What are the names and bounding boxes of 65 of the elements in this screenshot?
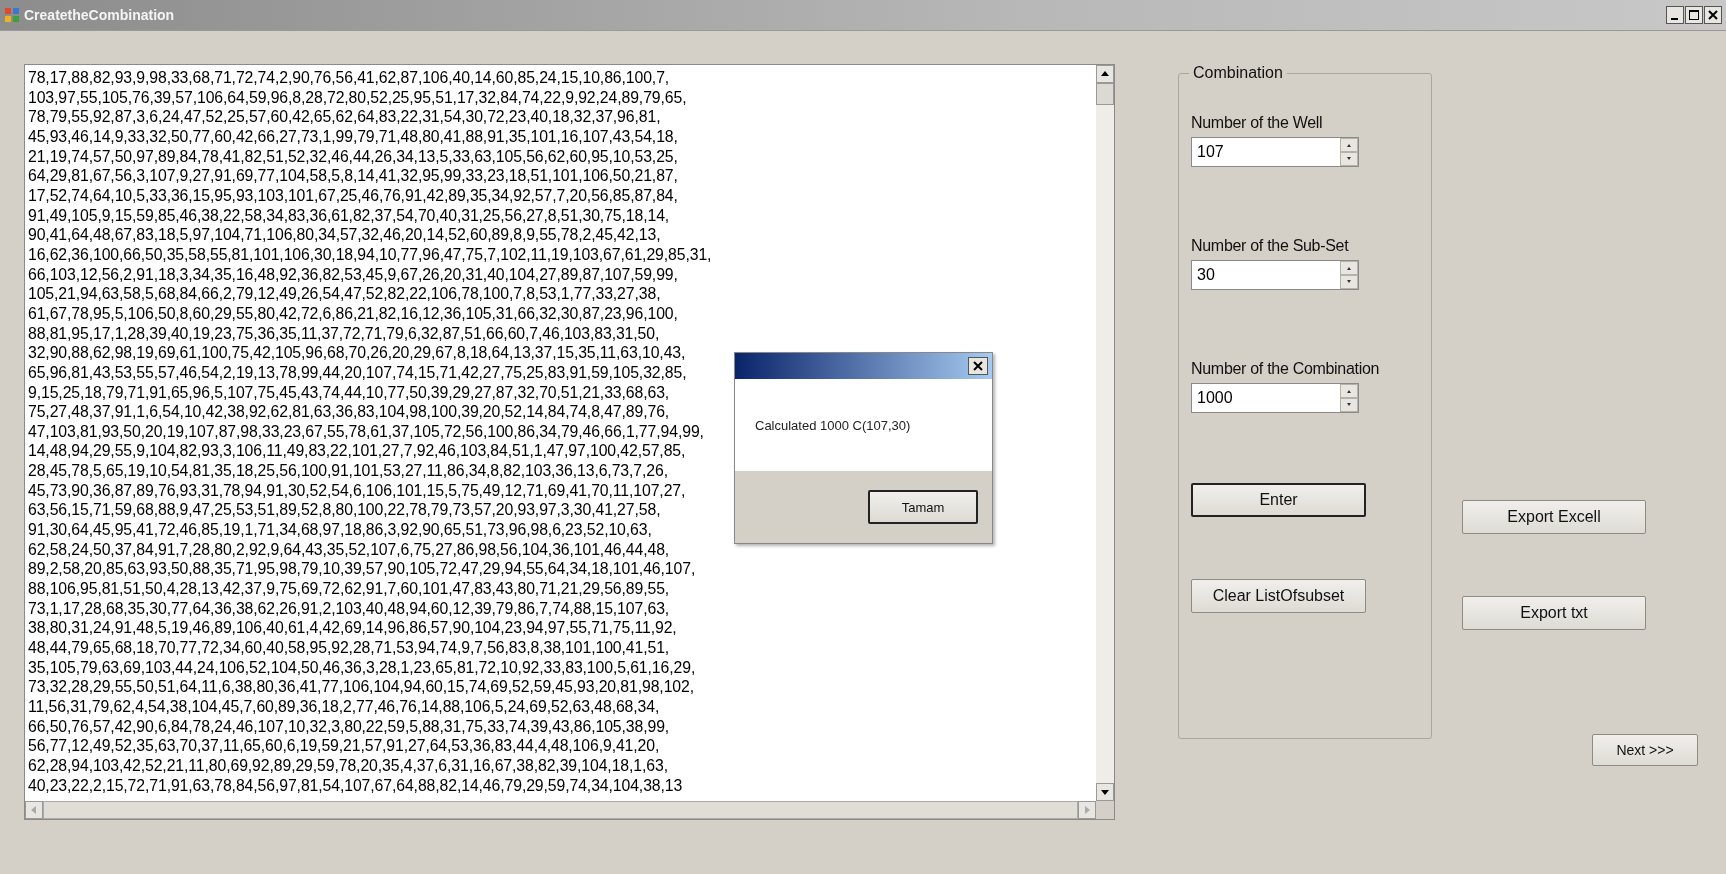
list-item[interactable]: 47,103,81,93,50,20,19,107,87,98,33,23,67,55,78,61,37,105,72,56,100,86,34,79,46,66,1,77,94,99, <box>28 421 704 442</box>
close-icon[interactable] <box>968 357 988 375</box>
field-label: Number of the Combination <box>1191 360 1381 378</box>
list-item[interactable]: 65,96,81,43,53,55,57,46,54,2,19,13,78,99,44,20,107,74,15,71,42,27,75,25,83,91,59,105,32,85, <box>28 362 687 383</box>
list-item[interactable]: 62,58,24,50,37,84,91,7,28,80,2,92,9,64,43,35,52,107,6,75,27,86,98,56,104,36,101,46,44,48, <box>28 539 670 560</box>
list-item[interactable]: 14,48,94,29,55,9,104,82,93,3,106,11,49,83,22,101,27,7,92,46,103,84,51,1,47,97,100,42,57,85, <box>28 441 686 462</box>
subset-list[interactable] <box>24 64 1115 820</box>
list-item[interactable]: 28,45,78,5,65,19,10,54,81,35,18,25,56,100,91,101,53,27,11,86,34,8,82,103,36,13,6,73,7,26, <box>28 461 668 481</box>
list-item[interactable]: 9,15,25,18,79,71,91,65,96,5,107,75,45,43,74,44,10,77,50,39,29,27,87,32,70,51,21,33,68,63, <box>28 382 670 403</box>
scroll-corner <box>1096 801 1114 819</box>
export-button[interactable]: Export Excell <box>1462 500 1646 534</box>
list-item[interactable]: 91,49,105,9,15,59,85,46,38,22,58,34,83,36,61,82,37,54,70,40,31,25,56,27,8,51,30,75,18,14, <box>28 205 670 226</box>
list-item[interactable]: 66,50,76,57,42,90,6,84,78,24,46,107,10,32,3,80,22,59,5,88,31,75,33,74,39,43,86,105,38,99, <box>28 716 670 737</box>
list-item[interactable]: 88,106,95,81,51,50,4,28,13,42,37,9,75,69,72,62,91,7,60,101,47,83,43,80,71,21,29,56,89,55, <box>28 579 670 599</box>
list-item[interactable]: 73,1,17,28,68,35,30,77,64,36,38,62,26,91,2,103,40,48,94,60,12,39,79,86,7,74,88,15,107,63, <box>28 598 670 619</box>
spin-buttons-icon[interactable] <box>1340 261 1358 289</box>
list-item[interactable]: 88,81,95,17,1,28,39,40,19,23,75,36,35,11,37,72,71,79,6,32,87,51,66,60,7,46,103,83,31,50, <box>28 323 660 344</box>
list-item[interactable]: 64,29,81,67,56,3,107,9,27,91,69,77,104,58,5,8,14,41,32,95,99,33,23,18,51,101,106,50,21,87, <box>28 166 678 186</box>
list-item[interactable]: 91,30,64,45,95,41,72,46,85,19,1,71,34,68,97,18,86,3,92,90,65,51,73,96,98,6,23,52,10,63, <box>28 520 652 540</box>
list-item[interactable]: 45,93,46,14,9,33,32,50,77,60,42,66,27,73,1,99,79,71,48,80,41,88,91,35,101,16,107,43,54,18, <box>28 126 678 147</box>
app-icon <box>4 7 20 23</box>
next-button[interactable]: Next >>> <box>1592 734 1698 766</box>
dialog-message: Calculated 1000 C(107,30) <box>755 417 911 433</box>
list-item[interactable]: 32,90,88,62,98,19,69,61,100,75,42,105,96,68,70,26,20,29,67,8,18,64,13,37,15,35,11,63,10,43, <box>28 343 686 363</box>
list-item[interactable]: 75,27,48,37,91,1,6,54,10,42,38,92,62,81,63,36,83,104,98,100,39,20,52,14,84,74,8,47,89,76, <box>28 402 670 422</box>
list-item[interactable]: 21,19,74,57,50,97,89,84,78,41,82,51,52,32,46,44,26,34,13,5,33,63,105,56,62,60,95,10,53,25, <box>28 146 678 167</box>
list-item[interactable]: 38,80,31,24,91,48,5,19,46,89,106,40,61,4,42,69,14,96,86,57,90,104,23,94,97,55,71,75,11,92, <box>28 618 677 639</box>
number-field[interactable]: 1000 <box>1191 383 1359 413</box>
list-item[interactable]: 56,77,12,49,52,35,63,70,37,11,65,60,6,19,59,21,57,91,27,64,53,36,83,44,4,48,106,9,41,20, <box>28 736 660 756</box>
list-item[interactable]: 66,103,12,56,2,91,18,3,34,35,16,48,92,36,82,53,45,9,67,26,20,31,40,104,27,89,87,107,59,99, <box>28 264 678 285</box>
list-item[interactable]: 89,2,58,20,85,63,93,50,88,35,71,95,98,79,10,39,57,90,105,72,47,29,94,55,64,34,18,101,46,107, <box>28 559 696 580</box>
list-item[interactable]: 90,41,64,48,67,83,18,5,97,104,71,106,80,34,57,32,46,20,14,52,60,89,8,9,55,78,2,45,42,13, <box>28 225 661 245</box>
list-item[interactable]: 78,17,88,82,93,9,98,33,68,71,72,74,2,90,76,56,41,62,87,106,40,14,60,85,24,15,10,86,100,7, <box>28 68 670 88</box>
number-field[interactable]: 30 <box>1191 260 1359 290</box>
export-button[interactable]: Export txt <box>1462 596 1646 630</box>
list-item[interactable]: 17,52,74,64,10,5,33,36,15,95,93,103,101,67,25,46,76,91,42,89,35,34,92,57,7,20,56,85,87,84, <box>28 185 678 206</box>
list-item[interactable]: 11,56,31,79,62,4,54,38,104,45,7,60,89,36,18,2,77,46,76,14,88,106,5,24,69,52,63,48,68,34, <box>28 697 660 717</box>
list-item[interactable]: 35,105,79,63,69,103,44,24,106,52,104,50,46,36,3,28,1,23,65,81,72,10,92,33,83,100,5,61,16,29, <box>28 657 696 678</box>
list-item[interactable]: 73,32,28,29,55,50,51,64,11,6,38,80,36,41,77,106,104,94,60,15,74,69,52,59,45,93,20,81,98,102, <box>28 677 694 697</box>
list-item[interactable]: 45,73,90,36,87,89,76,93,31,78,94,91,30,52,54,6,106,101,15,5,75,49,12,71,69,41,70,11,107,27, <box>28 480 686 501</box>
maximize-icon[interactable] <box>1685 6 1703 24</box>
list-item[interactable]: 62,28,94,103,42,52,21,11,80,69,92,89,29,59,78,20,35,4,37,6,31,16,67,38,82,39,104,18,1,63, <box>28 755 668 776</box>
field-label: Number of the Well <box>1191 114 1324 132</box>
minimize-icon[interactable] <box>1666 6 1684 24</box>
list-item[interactable]: 40,23,22,2,15,72,71,91,63,78,84,56,97,81,54,107,67,64,88,82,14,46,79,29,59,74,34,104,38,13 <box>28 775 683 796</box>
list-item[interactable]: 105,21,94,63,58,5,68,84,66,2,79,12,49,26,54,47,52,82,22,106,78,100,7,8,53,1,77,33,27,38, <box>28 284 661 304</box>
ok-button[interactable]: Tamam <box>868 490 978 524</box>
window-title: CreatetheCombination <box>24 7 175 23</box>
scroll-up-icon[interactable] <box>1096 65 1114 83</box>
list-item[interactable]: 61,67,78,95,5,106,50,8,60,29,55,80,42,72,6,86,21,82,16,12,36,105,31,66,32,30,87,23,96,100, <box>28 303 678 324</box>
scroll-down-icon[interactable] <box>1096 783 1114 801</box>
list-item[interactable]: 103,97,55,105,76,39,57,106,64,59,96,8,28,72,80,52,25,95,51,17,32,84,74,22,9,92,24,89,79,65, <box>28 87 687 108</box>
number-field[interactable]: 107 <box>1191 137 1359 167</box>
spin-buttons-icon[interactable] <box>1340 384 1358 412</box>
field-label: Number of the Sub-Set <box>1191 237 1350 255</box>
scroll-thumb[interactable] <box>43 801 1078 819</box>
list-item[interactable]: 48,44,79,65,68,18,70,77,72,34,60,40,58,95,92,28,71,53,94,74,9,7,56,83,8,38,101,100,41,51, <box>28 638 670 658</box>
list-item[interactable]: 78,79,55,92,87,3,6,24,47,52,25,57,60,42,65,62,64,83,22,31,54,30,72,23,40,18,32,37,96,81, <box>28 107 661 127</box>
action-button[interactable]: Enter <box>1191 483 1366 517</box>
spin-buttons-icon[interactable] <box>1340 138 1358 166</box>
close-icon[interactable] <box>1704 6 1722 24</box>
list-item[interactable]: 63,56,15,71,59,68,88,9,47,25,53,51,89,52,8,80,100,22,78,79,73,57,20,93,97,3,30,41,27,58, <box>28 500 661 521</box>
scroll-thumb[interactable] <box>1096 83 1114 105</box>
list-item[interactable]: 16,62,36,100,66,50,35,58,55,81,101,106,30,18,94,10,77,96,47,75,7,102,11,19,103,67,61,29,85,31, <box>28 244 712 265</box>
action-button[interactable]: Clear ListOfsubset <box>1191 579 1366 613</box>
